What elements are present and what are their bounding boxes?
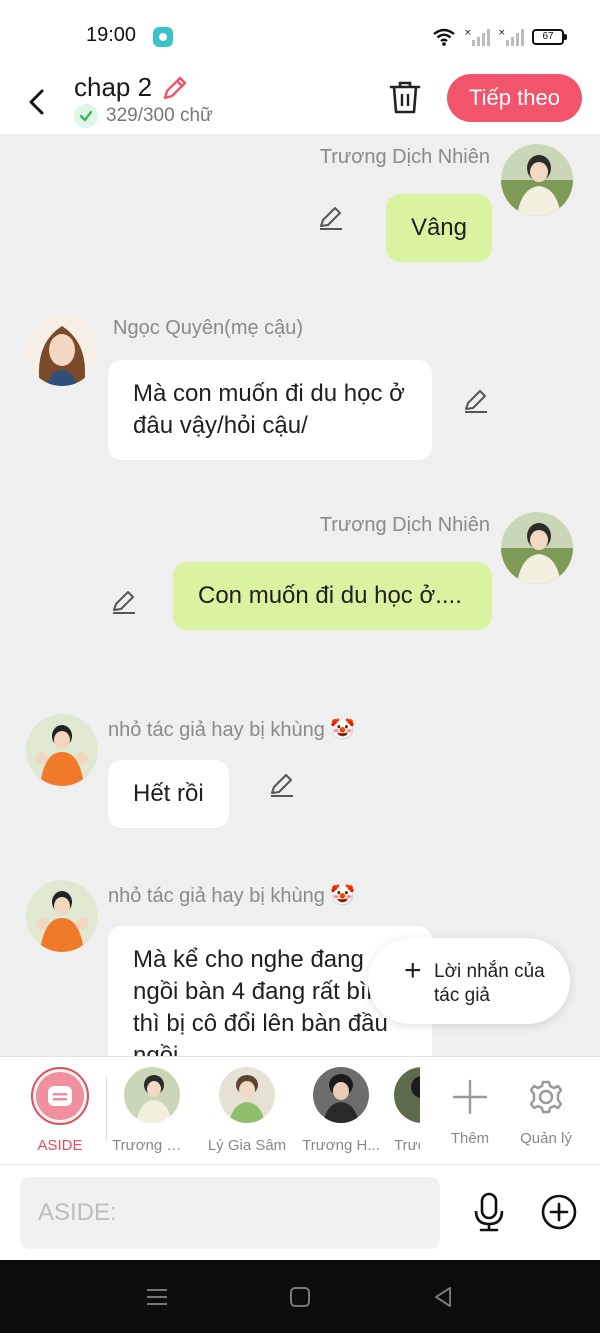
trash-icon[interactable]	[387, 78, 423, 116]
signal-icon: ×	[464, 28, 490, 46]
aside-label: ASIDE	[37, 1137, 83, 1154]
avatar[interactable]	[26, 714, 98, 786]
plus-icon	[452, 1079, 488, 1115]
author-note-button[interactable]: + Lời nhắn của tác giả	[368, 938, 570, 1024]
nav-back-icon[interactable]	[430, 1284, 456, 1310]
message-bubble[interactable]: Vâng	[385, 194, 492, 262]
manage-button[interactable]: Quản lý	[512, 1067, 580, 1147]
message-bubble[interactable]: Hết rồi	[108, 760, 229, 828]
battery-icon: 67	[532, 29, 567, 45]
aside-avatar	[31, 1067, 89, 1125]
word-count: 329/300 chữ	[106, 105, 213, 126]
character-name: Trương H...	[302, 1137, 380, 1154]
add-label: Thêm	[450, 1130, 490, 1147]
input-row	[0, 1164, 600, 1260]
character-item[interactable]: Trương Dị...	[112, 1067, 192, 1154]
word-count-row: 329/300 chữ	[74, 104, 213, 128]
avatar	[124, 1067, 180, 1123]
message-input[interactable]	[20, 1177, 440, 1249]
menu-icon[interactable]	[144, 1284, 170, 1310]
sender-name: Trương Dịch Nhiên	[319, 146, 490, 168]
svg-text:×: ×	[464, 28, 472, 38]
avatar[interactable]	[501, 144, 573, 216]
edit-message-pencil-icon[interactable]	[268, 771, 296, 799]
sender-name: Ngọc Quyên(mẹ cậu)	[113, 317, 304, 339]
edit-message-pencil-icon[interactable]	[462, 387, 490, 415]
check-icon	[74, 104, 98, 128]
manage-label: Quản lý	[520, 1130, 572, 1147]
edit-title-pencil-icon[interactable]	[160, 73, 190, 103]
gear-icon	[529, 1080, 563, 1114]
sender-name: Trương Dịch Nhiên	[319, 514, 490, 536]
wifi-icon	[433, 28, 455, 46]
sender-name: nhỏ tác giả hay bị khùng 🤡	[108, 719, 356, 741]
app-notification-icon	[153, 27, 173, 47]
avatar[interactable]	[501, 512, 573, 584]
system-nav-bar	[0, 1260, 600, 1333]
character-item[interactable]: Trương H...	[298, 1067, 384, 1154]
back-arrow-icon[interactable]	[22, 82, 52, 122]
message-bubble[interactable]: Mà con muốn đi du học ở đâu vậy/hỏi cậu/	[108, 360, 432, 460]
svg-text:×: ×	[498, 28, 506, 38]
avatar	[313, 1067, 369, 1123]
status-bar: 19:00 × × 67	[0, 0, 600, 72]
character-name: Lý Gia Sâm	[207, 1137, 287, 1154]
message-icon	[36, 1072, 84, 1120]
editor-header: chap 2 329/300 chữ Tiếp theo	[0, 72, 600, 134]
home-icon[interactable]	[287, 1284, 313, 1310]
add-character-button[interactable]: Thêm	[436, 1067, 504, 1147]
author-note-label: Lời nhắn của tác giả	[434, 961, 545, 1006]
character-name: Trươ	[394, 1137, 420, 1154]
message-bubble[interactable]: Con muốn đi du học ở....	[173, 562, 492, 630]
sender-name: nhỏ tác giả hay bị khùng 🤡	[108, 885, 356, 907]
chat-area[interactable]: Trương Dịch Nhiên Vâng Ngọc Quyên(mẹ cậu…	[0, 134, 600, 1056]
character-bar: ASIDE Trương Dị... Lý Gia Sâm Trương H..…	[0, 1056, 600, 1164]
next-button[interactable]: Tiếp theo	[447, 74, 582, 122]
title-row: chap 2	[74, 72, 190, 103]
aside-character[interactable]: ASIDE	[18, 1067, 102, 1154]
avatar	[394, 1067, 420, 1123]
avatar[interactable]	[26, 314, 98, 386]
status-time: 19:00	[86, 24, 137, 46]
microphone-icon[interactable]	[470, 1191, 508, 1233]
divider	[106, 1077, 107, 1141]
character-name: Trương Dị...	[112, 1137, 192, 1154]
character-item[interactable]: Trươ	[394, 1067, 420, 1154]
edit-message-pencil-icon[interactable]	[317, 204, 345, 232]
plus-icon: +	[404, 954, 422, 987]
avatar[interactable]	[26, 880, 98, 952]
status-indicators: × × 67	[432, 24, 567, 50]
avatar	[219, 1067, 275, 1123]
chapter-title[interactable]: chap 2	[74, 72, 152, 103]
edit-message-pencil-icon[interactable]	[110, 588, 138, 616]
signal-icon-2: ×	[498, 28, 524, 46]
character-item[interactable]: Lý Gia Sâm	[206, 1067, 288, 1154]
plus-circle-icon[interactable]	[540, 1193, 578, 1231]
